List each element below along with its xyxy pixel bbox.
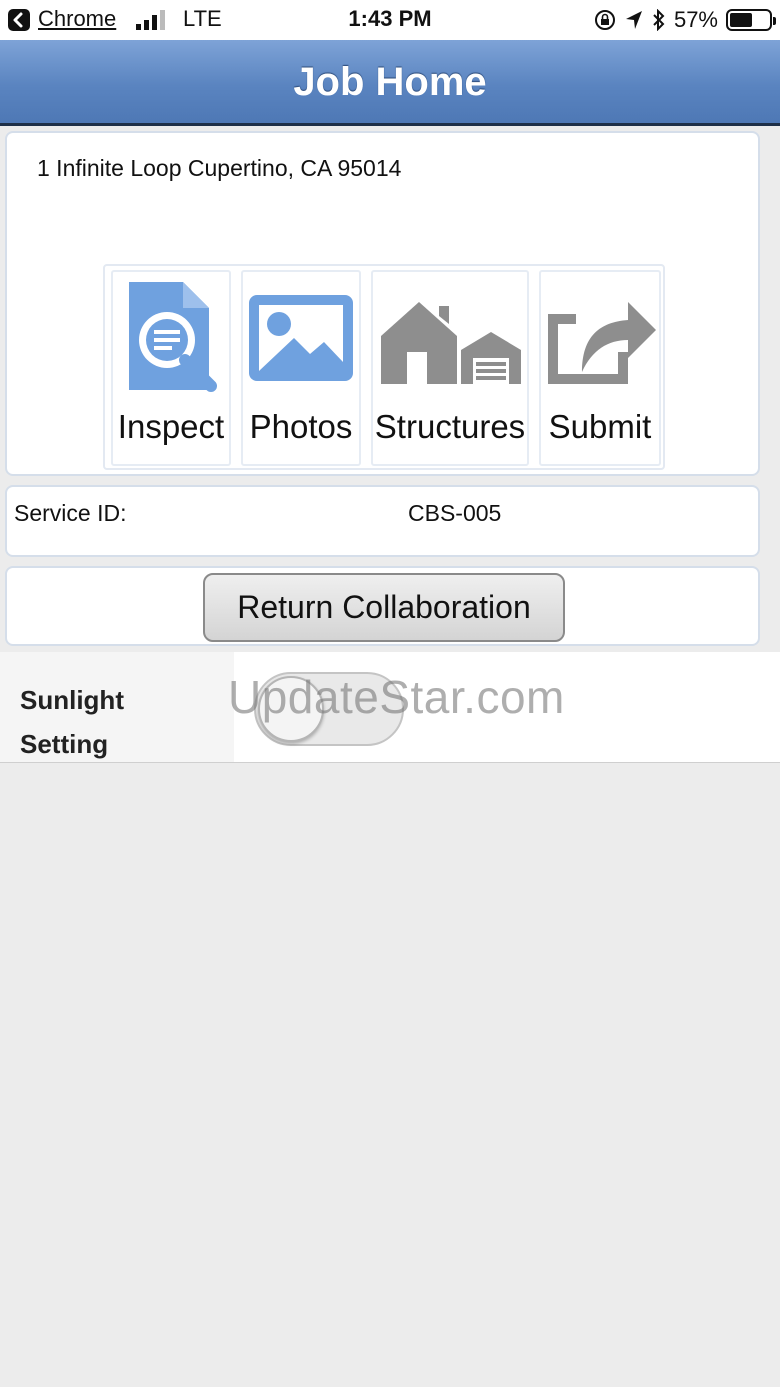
tool-label: Inspect [117,408,225,445]
submit-button[interactable]: Submit [539,270,661,466]
battery-percent: 57% [673,7,718,32]
tool-label: Photos [249,408,353,445]
tool-label: Structures [374,408,526,445]
return-collaboration-button[interactable]: Return Collaboration [203,573,565,642]
sunlight-setting-label: Sunlight Setting [20,685,124,759]
nav-header: Job Home [0,40,780,126]
structures-button[interactable]: Structures [371,270,529,466]
job-address: 1 Infinite Loop Cupertino, CA 95014 [37,155,402,181]
document-search-icon [113,276,229,400]
house-garage-icon [373,276,527,400]
service-id-card: Service ID: CBS-005 [5,485,760,557]
inspect-button[interactable]: Inspect [111,270,231,466]
tool-bar: Inspect Photos Structures Submit [103,264,665,470]
watermark: UpdateStar.com [228,671,565,723]
photos-button[interactable]: Photos [241,270,361,466]
service-id-value: CBS-005 [408,500,502,526]
return-card: Return Collaboration [5,566,760,646]
location-arrow-icon [625,11,642,29]
job-summary-card: 1 Infinite Loop Cupertino, CA 95014 Insp… [5,131,760,476]
bluetooth-icon [653,9,665,31]
tool-label: Submit [548,408,652,445]
battery-icon [726,9,776,31]
share-export-icon [541,276,659,400]
status-bar: Chrome LTE 1:43 PM 57% [0,0,780,40]
page-title: Job Home [293,60,487,104]
orientation-lock-icon [594,10,615,30]
image-icon [243,276,359,400]
service-id-label: Service ID: [14,500,127,526]
